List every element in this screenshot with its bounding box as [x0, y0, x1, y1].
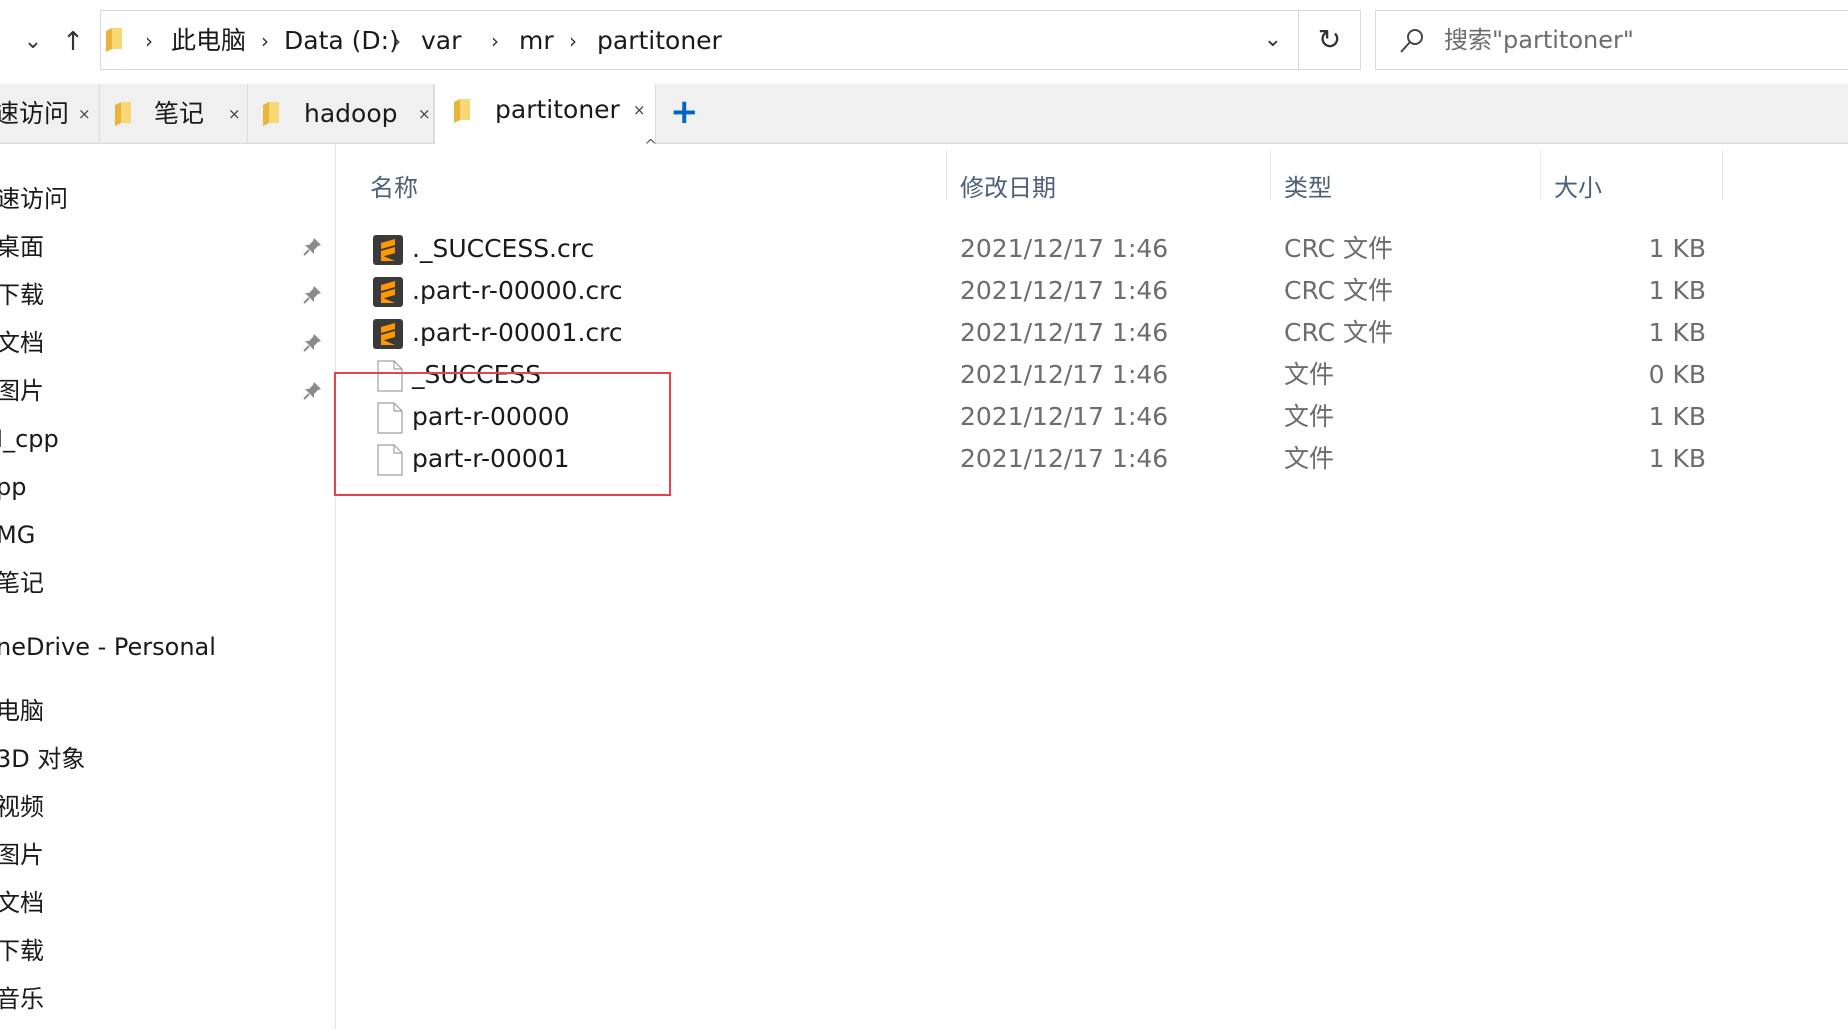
tab-close-icon[interactable]: ×: [228, 84, 241, 144]
tab-label: 速访问: [0, 99, 70, 128]
sidebar-item-quick-access[interactable]: 速访问: [0, 179, 68, 219]
file-name: .part-r-00000.crc: [412, 276, 623, 305]
file-modified: 2021/12/17 1:46: [960, 318, 1169, 347]
folder-icon: [106, 28, 122, 52]
file-type: CRC 文件: [1284, 318, 1393, 347]
column-header-size[interactable]: 大小: [1554, 162, 1602, 214]
arrow-up-icon[interactable]: ↑: [56, 22, 90, 62]
address-history-chevron-icon[interactable]: ⌄: [1264, 11, 1282, 69]
file-row[interactable]: .part-r-00001.crc 2021/12/17 1:46 CRC 文件…: [336, 312, 1848, 354]
sidebar-item-pp[interactable]: pp: [0, 467, 26, 507]
sidebar-item-documents-pc[interactable]: 文档: [0, 883, 44, 923]
breadcrumb-this-pc[interactable]: 此电脑: [171, 11, 246, 71]
file-size: 1 KB: [1648, 234, 1706, 263]
breadcrumb-separator: ›: [393, 29, 401, 53]
pin-icon: [303, 382, 321, 400]
column-header-modified[interactable]: 修改日期: [960, 162, 1056, 214]
file-row[interactable]: ._SUCCESS.crc 2021/12/17 1:46 CRC 文件 1 K…: [336, 228, 1848, 270]
column-header-type[interactable]: 类型: [1284, 162, 1332, 214]
tab-label: 笔记: [154, 99, 205, 128]
breadcrumb-separator: ›: [569, 29, 577, 53]
chevron-down-icon[interactable]: ⌄: [16, 22, 50, 62]
sidebar-item-mg[interactable]: MG: [0, 515, 35, 555]
sidebar-item-downloads[interactable]: 下载: [0, 275, 44, 315]
file-type: CRC 文件: [1284, 276, 1393, 305]
search-placeholder: 搜索"partitoner": [1444, 26, 1634, 54]
file-size: 1 KB: [1648, 444, 1706, 473]
file-size: 1 KB: [1648, 318, 1706, 347]
highlight-annotation-box: [334, 372, 671, 496]
breadcrumb-mr[interactable]: mr: [519, 11, 554, 71]
sidebar-item-videos[interactable]: 视频: [0, 787, 44, 827]
sublime-text-icon: [373, 277, 403, 307]
sidebar-item-onedrive[interactable]: neDrive - Personal: [0, 627, 216, 667]
sublime-text-icon: [373, 235, 403, 265]
file-list-pane: ^ 名称 修改日期 类型 大小 ._SUCCESS.crc 2021/12/17…: [336, 136, 1848, 1029]
file-size: 1 KB: [1648, 402, 1706, 431]
tab-close-icon[interactable]: ×: [633, 80, 646, 140]
sidebar-item-this-pc[interactable]: 电脑: [0, 691, 44, 731]
sidebar-item-downloads-pc[interactable]: 下载: [0, 931, 44, 971]
new-tab-plus-icon[interactable]: +: [670, 84, 699, 140]
folder-icon: [454, 99, 470, 123]
file-modified: 2021/12/17 1:46: [960, 276, 1169, 305]
tab-label: hadoop: [304, 99, 398, 128]
column-header-name[interactable]: 名称: [370, 162, 418, 214]
folder-icon: [115, 102, 131, 126]
file-size: 0 KB: [1648, 360, 1706, 389]
sort-ascending-icon: ^: [644, 136, 658, 155]
tab-bar: 速访问 × 笔记 × hadoop × partitoner × +: [0, 84, 1848, 145]
breadcrumb-separator: ›: [261, 29, 269, 53]
file-size: 1 KB: [1648, 276, 1706, 305]
sidebar-item-pictures-pc[interactable]: 图片: [0, 835, 44, 875]
file-modified: 2021/12/17 1:46: [960, 234, 1169, 263]
navigation-pane: 速访问 桌面 下载 文档 图片 I_cpp pp MG 笔记 neDrive -…: [0, 144, 336, 1029]
tab-partitoner[interactable]: partitoner ×: [434, 84, 656, 145]
search-icon: [1400, 29, 1423, 53]
address-row: ⌄ ↑ › 此电脑 › Data (D:) › var › mr › parti…: [0, 0, 1848, 84]
column-divider[interactable]: [946, 150, 947, 200]
tab-notes[interactable]: 笔记 ×: [100, 84, 248, 144]
tab-hadoop[interactable]: hadoop ×: [248, 84, 434, 144]
sidebar-item-desktop[interactable]: 桌面: [0, 227, 44, 267]
sidebar-item-notes[interactable]: 笔记: [0, 563, 44, 603]
file-name: .part-r-00001.crc: [412, 318, 623, 347]
sidebar-item-3d-objects[interactable]: 3D 对象: [0, 739, 85, 779]
sidebar-item-music[interactable]: 音乐: [0, 979, 44, 1019]
sidebar-item-i-cpp[interactable]: I_cpp: [0, 419, 59, 459]
sidebar-item-pictures[interactable]: 图片: [0, 371, 44, 411]
breadcrumb-var[interactable]: var: [421, 11, 461, 71]
breadcrumb-drive-d[interactable]: Data (D:): [284, 11, 399, 71]
file-modified: 2021/12/17 1:46: [960, 444, 1169, 473]
sidebar-item-documents[interactable]: 文档: [0, 323, 44, 363]
file-name: ._SUCCESS.crc: [412, 234, 595, 263]
file-type: 文件: [1284, 402, 1335, 431]
tab-close-icon[interactable]: ×: [78, 84, 91, 144]
tab-close-icon[interactable]: ×: [418, 84, 431, 144]
refresh-icon[interactable]: ↻: [1299, 10, 1361, 70]
breadcrumb-partitoner[interactable]: partitoner: [597, 11, 722, 71]
column-divider[interactable]: [1722, 150, 1723, 200]
search-input[interactable]: 搜索"partitoner": [1375, 10, 1848, 70]
column-divider[interactable]: [1540, 150, 1541, 200]
file-type: CRC 文件: [1284, 234, 1393, 263]
pin-icon: [303, 334, 321, 352]
address-bar[interactable]: › 此电脑 › Data (D:) › var › mr › partitone…: [100, 10, 1299, 70]
column-divider[interactable]: [1270, 150, 1271, 200]
sublime-text-icon: [373, 319, 403, 349]
breadcrumb-separator: ›: [491, 29, 499, 53]
pin-icon: [303, 238, 321, 256]
tab-quick-access[interactable]: 速访问 ×: [0, 84, 100, 144]
file-type: 文件: [1284, 360, 1335, 389]
file-row[interactable]: .part-r-00000.crc 2021/12/17 1:46 CRC 文件…: [336, 270, 1848, 312]
file-modified: 2021/12/17 1:46: [960, 360, 1169, 389]
file-modified: 2021/12/17 1:46: [960, 402, 1169, 431]
file-type: 文件: [1284, 444, 1335, 473]
folder-icon: [263, 102, 279, 126]
breadcrumb-separator: ›: [145, 29, 153, 53]
tab-label: partitoner: [495, 95, 620, 124]
pin-icon: [303, 286, 321, 304]
